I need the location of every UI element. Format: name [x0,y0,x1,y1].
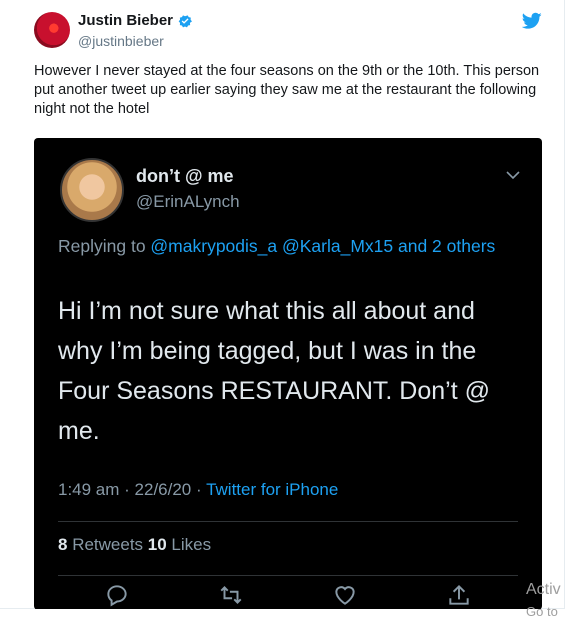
replying-links: @makrypodis_a @Karla_Mx15 and 2 others [150,236,496,256]
likes-label: Likes [166,535,212,554]
embedded-author-name: don’t @ me [136,166,234,186]
replying-to: Replying to @makrypodis_a @Karla_Mx15 an… [58,233,498,260]
tweet-text: However I never stayed at the four seaso… [34,63,540,117]
author-name-row: Justin Bieber [78,12,193,29]
divider [58,575,518,576]
like-icon [335,586,355,605]
retweets-label: Retweets [67,535,148,554]
verified-icon [178,14,193,27]
embedded-time: 1:49 am · 22/6/20 · [58,480,207,499]
reply-icon [107,585,127,607]
chevron-down-icon [506,171,520,180]
embedded-action-bar [34,582,542,610]
activate-windows-watermark-sub: Go to [526,604,558,619]
author-handle[interactable]: @justinbieber [78,33,164,49]
activate-windows-watermark: Activ [526,581,561,598]
divider [58,521,518,522]
author-name[interactable]: Justin Bieber [78,12,173,29]
embedded-author-avatar [60,158,124,222]
likes-count: 10 [147,535,167,554]
share-icon [449,584,469,605]
embedded-author-handle: @ErinALynch [136,192,240,211]
twitter-bird-icon[interactable] [522,12,542,30]
embedded-tweet-image[interactable]: don’t @ me @ErinALynch Replying to @makr… [34,138,542,610]
replying-prefix: Replying to [58,236,151,256]
tweet-card: Justin Bieber @justinbieber However I ne… [0,0,565,610]
retweet-icon [220,586,242,604]
embedded-tweet-text: Hi I’m not sure what this all about and … [58,297,490,445]
embedded-stats: 8 Retweets 10 Likes [58,535,211,555]
embedded-timestamp: 1:49 am · 22/6/20 · Twitter for iPhone [58,480,338,500]
page-background [0,609,567,623]
embedded-client: Twitter for iPhone [206,480,339,499]
author-avatar[interactable] [34,12,70,48]
